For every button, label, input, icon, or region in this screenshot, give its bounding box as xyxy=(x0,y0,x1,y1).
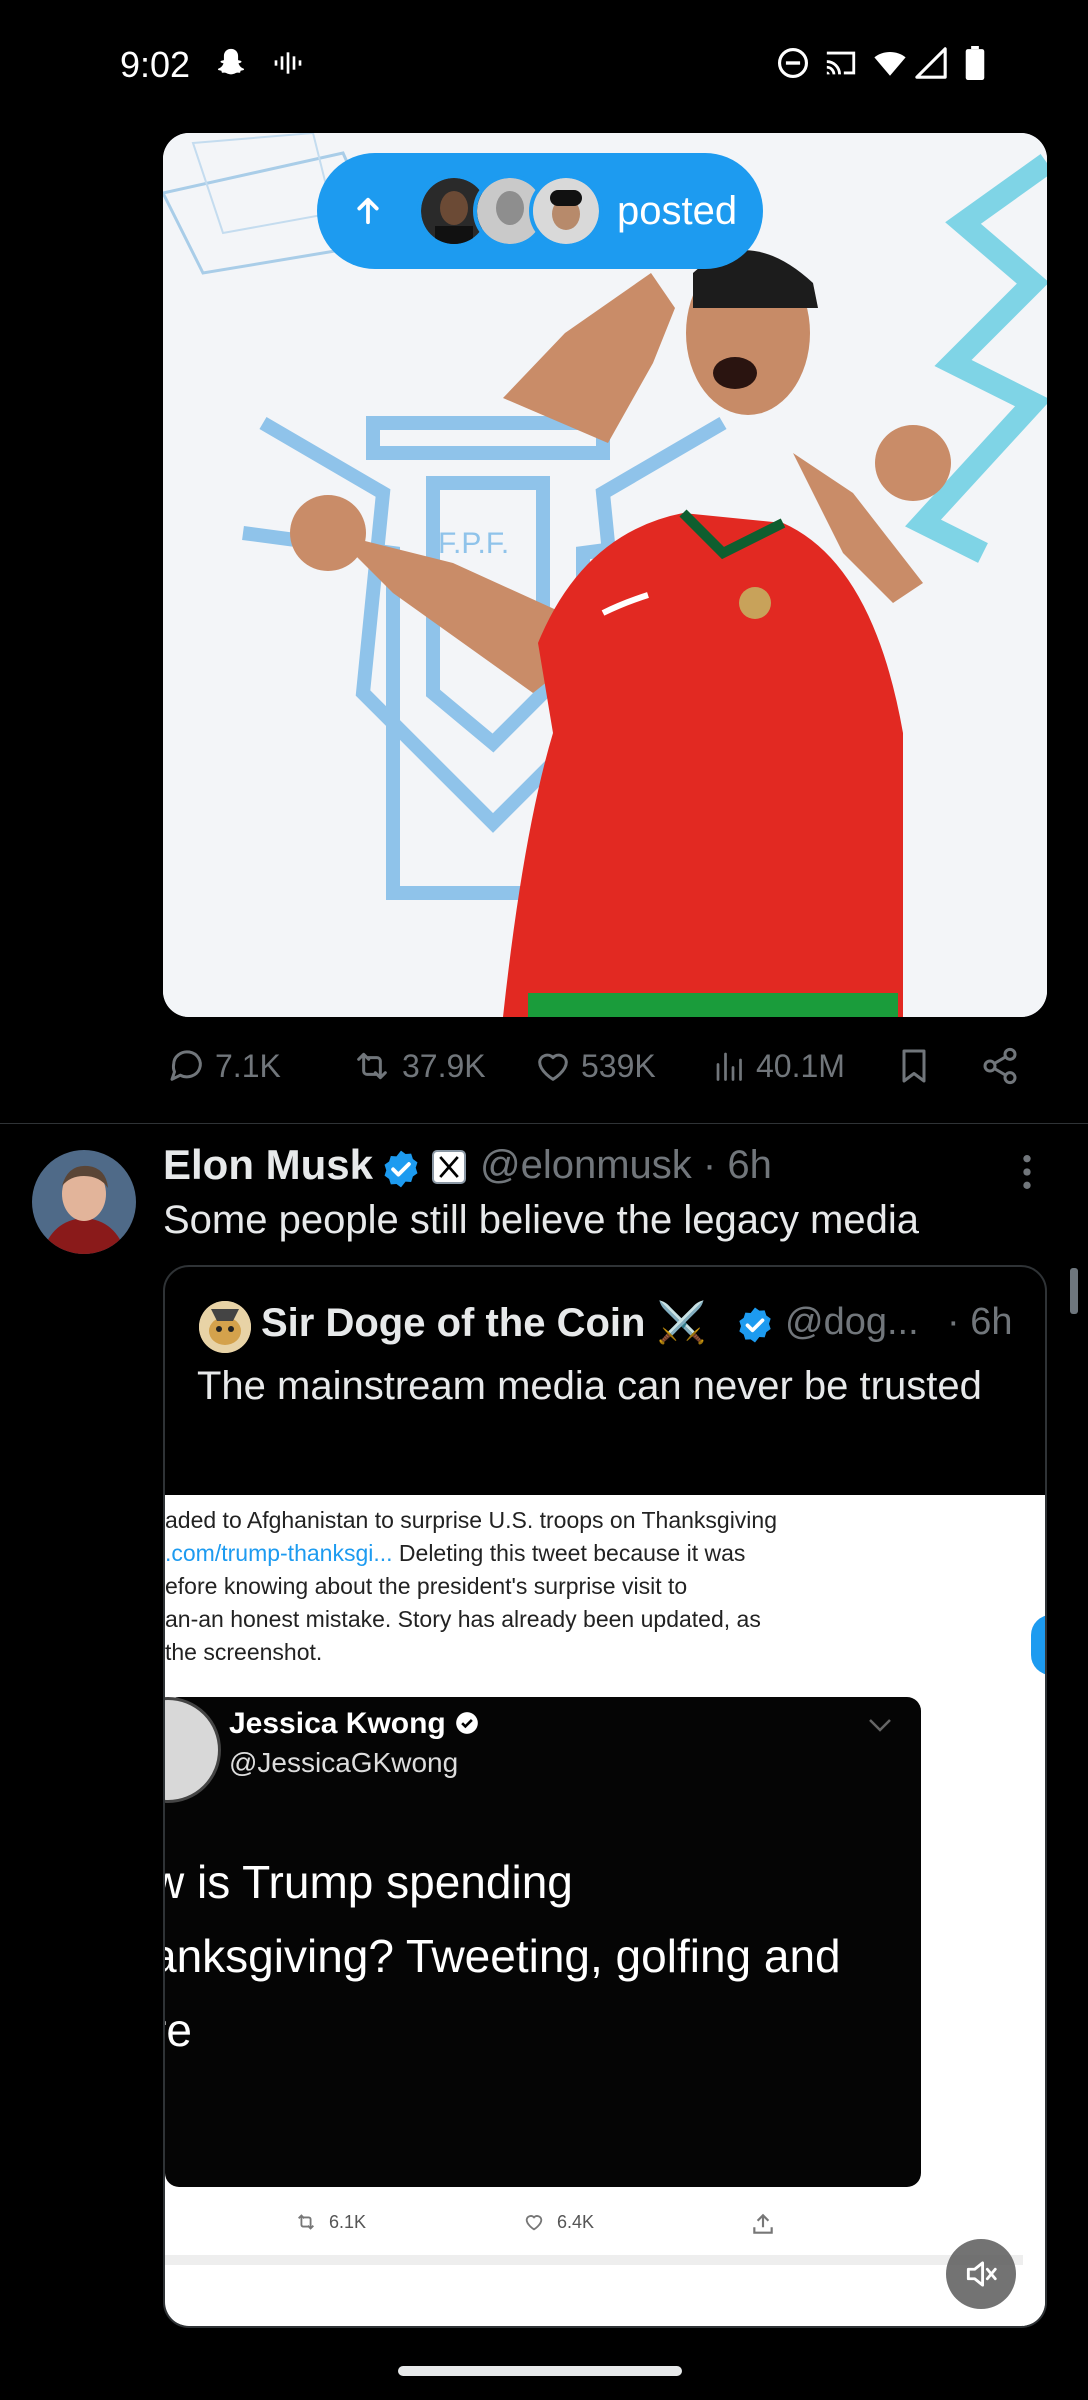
embedded-video-text: anksgiving? Tweeting, golfing and xyxy=(165,1930,841,1982)
screenshot-text-line: the screenshot. xyxy=(165,1639,323,1665)
heart-icon xyxy=(538,1053,568,1081)
voicemail-icon xyxy=(274,52,302,74)
embedded-video-text: re xyxy=(165,2004,192,2056)
reply-icon xyxy=(170,1050,202,1081)
tweet-text: Some people still believe the legacy med… xyxy=(163,1198,919,1242)
mute-toggle-button[interactable] xyxy=(946,2239,1016,2309)
battery-icon xyxy=(965,46,985,80)
author-handle: @elonmusk xyxy=(480,1143,692,1187)
avatar xyxy=(529,174,603,248)
repost-count: 37.9K xyxy=(402,1047,486,1084)
embedded-video-text: w is Trump spending xyxy=(165,1856,573,1908)
cast-icon xyxy=(826,51,856,75)
screenshot-edge xyxy=(1023,1495,1045,2326)
views-icon xyxy=(716,1052,742,1081)
author-name[interactable]: Elon Musk xyxy=(163,1141,373,1189)
embedded-avatar xyxy=(165,1697,221,1803)
snapchat-icon xyxy=(217,48,245,75)
views-count: 40.1M xyxy=(756,1047,845,1084)
share-icon xyxy=(983,1047,1017,1085)
post-time: · 6h xyxy=(702,1143,772,1187)
muted-speaker-icon xyxy=(966,2261,997,2287)
screenshot-like: 6.4K xyxy=(521,2211,594,2233)
like-count: 539K xyxy=(581,1047,656,1084)
screenshot-text-line: aded to Afghanistan to surprise U.S. tro… xyxy=(165,1507,778,1533)
home-gesture-bar[interactable] xyxy=(398,2366,682,2376)
screenshot-text-line: an-an honest mistake. Story has already … xyxy=(165,1606,761,1632)
verified-badge-icon xyxy=(384,1150,418,1188)
dnd-icon xyxy=(777,47,809,79)
signal-icon xyxy=(915,47,947,79)
new-posts-banner[interactable]: posted xyxy=(317,153,763,269)
share-button[interactable] xyxy=(980,1046,1028,1086)
reply-button[interactable]: 7.1K xyxy=(167,1046,281,1086)
bookmark-button[interactable] xyxy=(894,1046,942,1086)
avatar-image xyxy=(32,1150,136,1254)
screenshot-text-line: .com/trump-thanksgi... Deleting this twe… xyxy=(165,1540,746,1566)
new-posts-label: posted xyxy=(617,188,738,233)
repost-icon xyxy=(357,1052,387,1080)
reply-count: 7.1K xyxy=(215,1047,281,1084)
scrollbar-thumb[interactable] xyxy=(1070,1268,1078,1314)
author-handle-time[interactable]: @elonmusk · 6h xyxy=(480,1143,772,1188)
repost-button[interactable]: 37.9K xyxy=(350,1046,486,1086)
quoted-author-avatar xyxy=(199,1301,251,1353)
quoted-tweet[interactable]: Sir Doge of the Coin ⚔️ @dog... · 6h The… xyxy=(163,1265,1047,2328)
arrow-up-icon xyxy=(357,197,379,225)
views-button[interactable]: 40.1M xyxy=(712,1046,845,1086)
bookmark-icon xyxy=(902,1049,926,1083)
quoted-author-handle: @dog... xyxy=(785,1301,919,1343)
verified-badge-icon xyxy=(739,1307,771,1343)
quoted-author-name: Sir Doge of the Coin ⚔️ xyxy=(261,1301,707,1345)
status-time: 9:02 xyxy=(120,44,191,85)
quoted-post-time: · 6h xyxy=(947,1301,1013,1343)
svg-text:F.P.F.: F.P.F. xyxy=(438,527,509,560)
embedded-name: Jessica Kwong xyxy=(229,1707,480,1741)
divider xyxy=(165,2255,1023,2265)
more-options-icon[interactable] xyxy=(1018,1152,1036,1192)
embedded-video: Jessica Kwong @JessicaGKwong w is Trump … xyxy=(165,1697,921,2187)
quoted-tweet-text: The mainstream media can never be truste… xyxy=(197,1364,982,1408)
x-affiliate-icon xyxy=(432,1150,466,1184)
divider xyxy=(0,1123,1088,1124)
like-button[interactable]: 539K xyxy=(533,1046,656,1086)
verified-badge-icon xyxy=(456,1712,478,1734)
embedded-handle: @JessicaGKwong xyxy=(229,1747,459,1778)
screenshot-text-line: efore knowing about the president's surp… xyxy=(165,1573,688,1599)
screenshot-retweet: 6.1K xyxy=(293,2211,366,2233)
wifi-icon xyxy=(874,52,906,76)
chevron-down-icon xyxy=(869,1719,891,1732)
quoted-media[interactable]: aded to Afghanistan to surprise U.S. tro… xyxy=(165,1495,1045,2326)
author-avatar[interactable] xyxy=(32,1150,136,1254)
screenshot-share xyxy=(750,2211,776,2237)
avatar-stack xyxy=(417,174,603,248)
